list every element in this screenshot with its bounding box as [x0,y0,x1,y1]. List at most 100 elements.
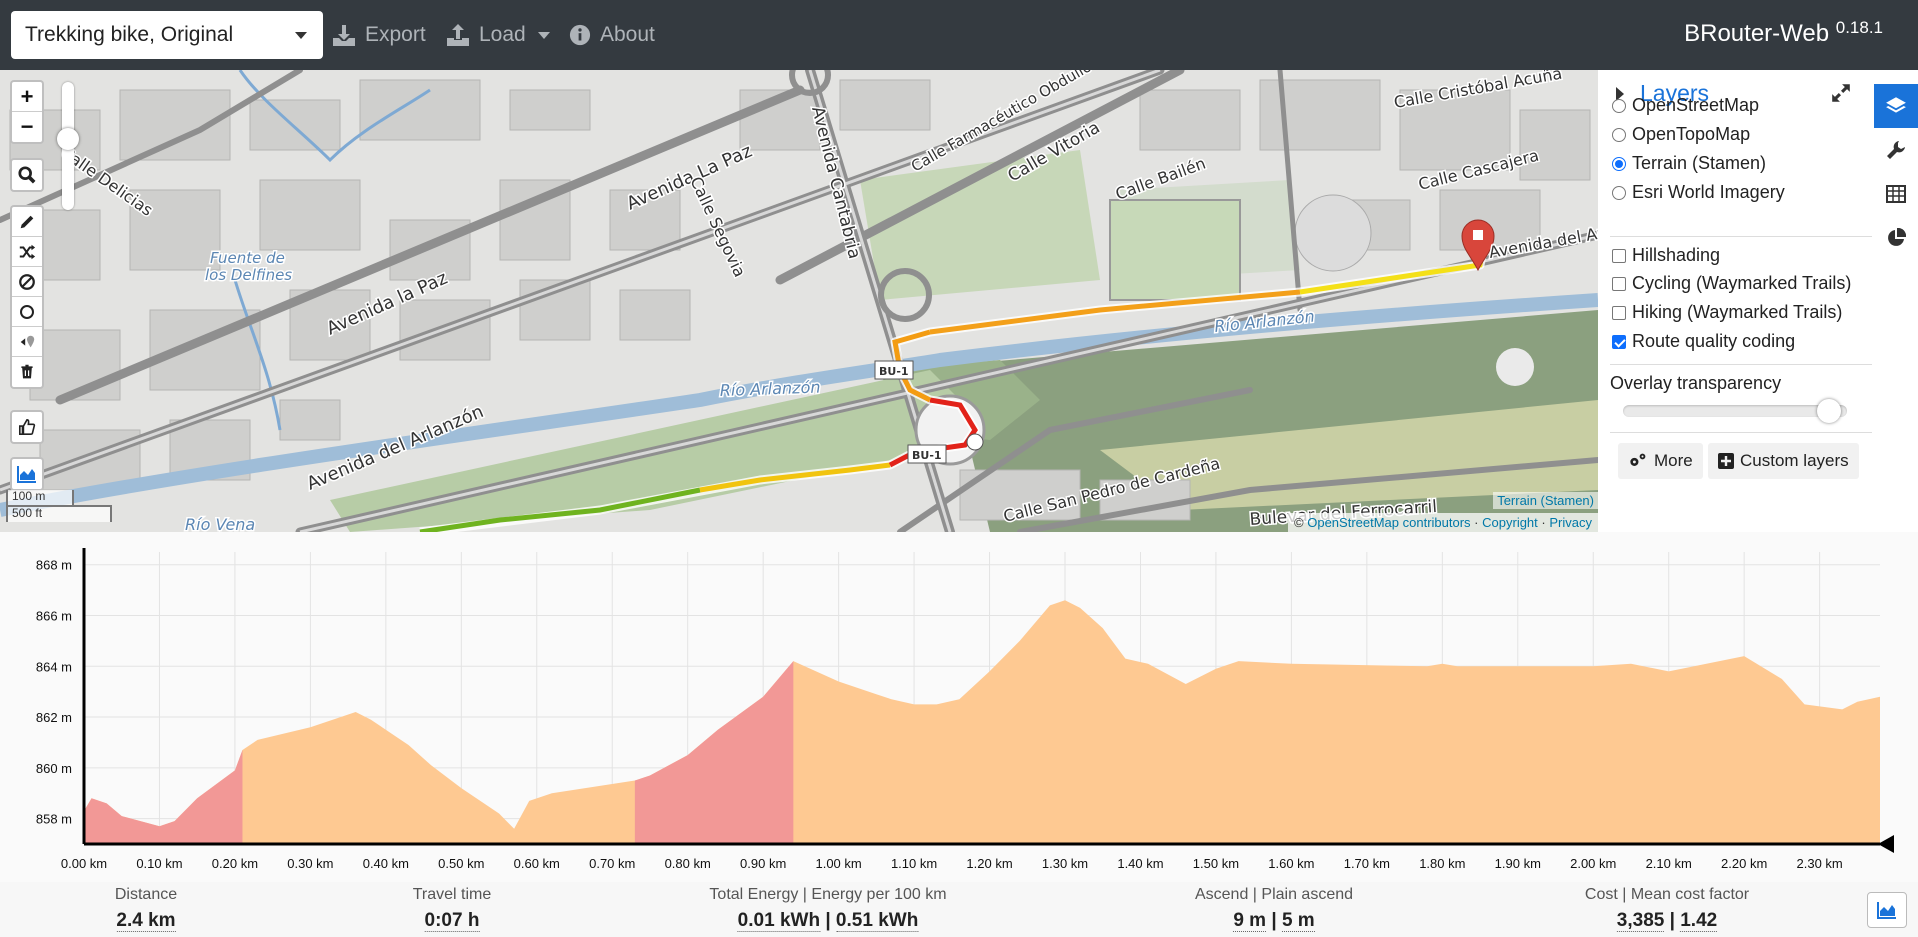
x-tick-label: 0.40 km [363,856,409,871]
beeline-button[interactable] [12,327,42,357]
overlay-route-quality[interactable]: Route quality coding [1612,331,1795,352]
river-label: Río Vena [185,515,255,532]
pie-chart-icon [1888,228,1906,246]
search-button[interactable] [12,160,42,190]
load-label: Load [479,23,526,46]
base-layer-terrain[interactable]: Terrain (Stamen) [1612,153,1766,174]
thumbs-up-button[interactable] [12,412,42,442]
elevation-profile[interactable]: 858 m 860 m 862 m 864 m 866 m 868 m 0.00 km 0.1… [0,532,1918,882]
slider-handle[interactable] [1817,399,1842,423]
osm-link[interactable]: OpenStreetMap contributors [1307,515,1470,530]
zoom-out-button[interactable]: − [12,112,42,142]
x-tick-label: 1.60 km [1268,856,1314,871]
energy-per-100km-value: 0.51 kWh [835,910,919,932]
chevron-down-icon [537,31,550,39]
attribution-separator: · [1541,515,1546,530]
x-tick-label: 1.50 km [1193,856,1239,871]
x-tick-label: 0.90 km [740,856,786,871]
checkbox[interactable] [1612,305,1626,320]
base-layer-esri[interactable]: Esri World Imagery [1612,182,1785,203]
stat-travel-time: Travel time 0:07 h [413,886,491,932]
divider [1610,364,1872,365]
checkbox[interactable] [1612,248,1626,263]
profile-select[interactable]: Trekking bike, Original [11,11,323,59]
tab-analysis[interactable] [1874,216,1918,260]
trash-icon [21,364,33,379]
stat-label: Ascend | Plain ascend [1194,886,1354,903]
overlay-hillshading[interactable]: Hillshading [1612,245,1720,266]
elevation-chart[interactable]: 858 m 860 m 862 m 864 m 866 m 868 m 0.00 km 0.1… [0,532,1918,882]
overlay-label: Route quality coding [1632,331,1796,351]
y-tick-label: 864 m [36,659,72,674]
x-tick-label: 0.10 km [136,856,182,871]
more-layers-button[interactable]: More [1618,443,1703,479]
tab-settings[interactable] [1874,128,1918,172]
base-layer-label: Esri World Imagery [1632,182,1785,202]
circle-nogo-button[interactable] [12,297,42,327]
load-button[interactable]: Load [446,20,550,50]
draw-route-button[interactable] [12,207,42,237]
x-tick-label: 2.00 km [1570,856,1616,871]
tab-itinerary[interactable] [1874,172,1918,216]
checkbox-checked[interactable] [1612,334,1626,349]
sidebar-tabs [1872,70,1918,532]
info-icon [569,24,591,46]
y-tick-label: 866 m [36,608,72,623]
brand-name: BRouter-Web [1684,20,1830,47]
base-layer-opentopomap[interactable]: OpenTopoMap [1612,124,1750,145]
export-label: Export [365,23,426,46]
stat-value: 9 m | 5 m [1233,910,1315,932]
elevation-toggle-button[interactable] [12,459,42,489]
zoom-slider-handle[interactable] [57,128,79,150]
base-layer-osm[interactable]: OpenStreetMap [1612,95,1759,116]
thumbs-up-icon [18,418,36,436]
radio-button[interactable] [1612,185,1626,200]
x-tick-label: 0.00 km [61,856,107,871]
radio-button[interactable] [1612,127,1626,142]
export-button[interactable]: Export [332,20,426,50]
elevation-chart-toggle-button[interactable] [1867,892,1907,928]
checkbox[interactable] [1612,276,1626,291]
about-button[interactable]: About [569,20,655,50]
search-icon [18,166,36,184]
delete-route-button[interactable] [12,357,42,387]
stat-distance: Distance 2.4 km [115,886,177,932]
copyright-link[interactable]: Copyright [1482,515,1538,530]
scale-imperial: 500 ft [6,505,112,522]
privacy-link[interactable]: Privacy [1549,515,1592,530]
radio-button-selected[interactable] [1612,156,1626,171]
road-shield-label: BU-1 [879,365,909,378]
stat-value: 0.01 kWh | 0.51 kWh [737,910,919,932]
elevation-control [10,457,44,491]
circle-icon [20,304,34,319]
nogo-area-button[interactable] [12,267,42,297]
base-layer-label: OpenStreetMap [1632,95,1760,115]
map[interactable]: Calle Delicias Avenida La Paz Avenida la… [0,70,1598,532]
overlay-hiking[interactable]: Hiking (Waymarked Trails) [1612,302,1842,323]
map-tiles[interactable]: Calle Delicias Avenida La Paz Avenida la… [0,70,1598,532]
chevron-down-icon [295,32,307,39]
x-tick-label: 1.90 km [1495,856,1541,871]
custom-layers-button[interactable]: Custom layers [1708,443,1859,479]
fountain-label: Fuente de [210,249,285,267]
zoom-in-button[interactable]: + [12,82,42,112]
area-chart-icon [1877,902,1896,919]
x-tick-label: 0.20 km [212,856,258,871]
road-shield-label: BU-1 [912,449,942,462]
copyright-symbol: © [1294,515,1304,530]
route-stats: Distance 2.4 km Travel time 0:07 h Total… [0,882,1918,937]
pencil-icon [20,215,34,228]
ban-icon [19,273,35,290]
reverse-route-button[interactable] [12,237,42,267]
overlay-cycling[interactable]: Cycling (Waymarked Trails) [1612,273,1851,294]
radio-button[interactable] [1612,98,1626,113]
expand-icon[interactable] [1830,82,1852,104]
layer-attribution-tag[interactable]: Terrain (Stamen) [1493,492,1598,509]
zoom-slider[interactable] [55,82,81,210]
tab-layers[interactable] [1874,84,1918,128]
attribution-separator: · [1474,515,1479,530]
zoom-control: + − [10,80,44,144]
overlay-transparency-slider[interactable] [1623,399,1847,423]
divider [1610,432,1872,433]
stat-label: Cost | Mean cost factor [1584,886,1750,903]
